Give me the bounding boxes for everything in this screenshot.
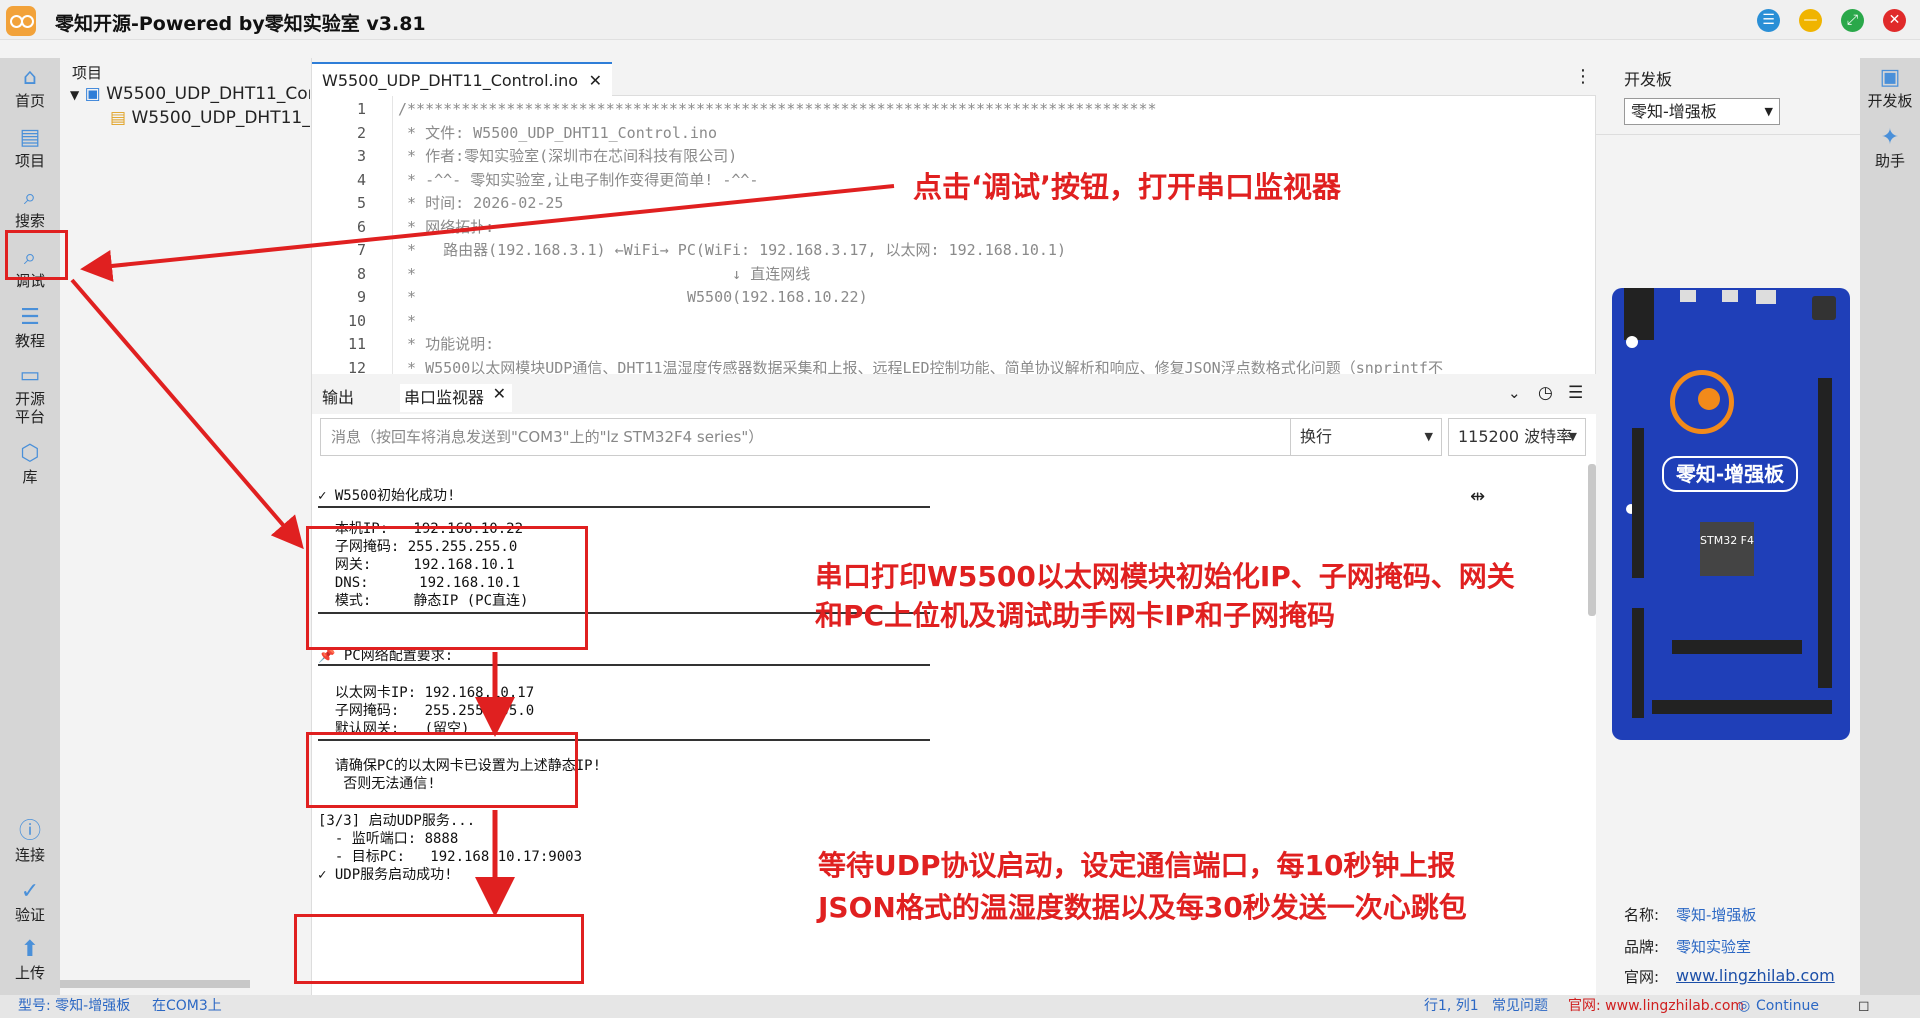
status-continue[interactable]: Continue [1756, 995, 1819, 1018]
right-sidebar-item-board[interactable]: ▣ 开发板 [1860, 64, 1920, 110]
status-cursor: 行1, 列1 [1424, 998, 1479, 1014]
right-sidebar: ▣ 开发板 ✦ 助手 [1860, 58, 1920, 995]
right-sidebar-label: 助手 [1874, 152, 1905, 170]
board-panel: 开发板 零知-增强板 ▼ 零知-增强板 STM32 F4 名称: 零知-增强板 … [1596, 58, 1860, 995]
continue-icon: ◎ [1738, 998, 1751, 1014]
reset-button [1812, 296, 1836, 320]
annotation-ip-line1: 串口打印W5500以太网模块初始化IP、子网掩码、网关 [815, 560, 1515, 593]
board-name-value: 零知-增强板 [1676, 906, 1757, 924]
board-site-label: 官网: [1624, 968, 1660, 986]
chip-label: STM32 F4 [1700, 522, 1754, 576]
assistant-icon: ✦ [1880, 125, 1900, 150]
annotation-udp-line1: 等待UDP协议启动，设定通信端口，每10秒钟上报 [818, 849, 1456, 882]
annotation-udp-line2: JSON格式的温湿度数据以及每30秒发送一次心跳包 [818, 891, 1467, 924]
status-faq[interactable]: 常见问题 [1492, 995, 1548, 1018]
chevron-down-icon: ▼ [1764, 105, 1773, 118]
board-select[interactable]: 零知-增强板 ▼ [1624, 98, 1780, 125]
board-icon: ▣ [1879, 65, 1901, 90]
status-port[interactable]: 在COM3上 [152, 995, 222, 1018]
annotation-debug: 点击‘调试’按钮，打开串口监视器 [913, 170, 1342, 204]
status-bar: 型号: 零知-增强板 在COM3上 行1, 列1 常见问题 官网: www.li… [0, 995, 1920, 1018]
board-name-label: 名称: [1624, 906, 1660, 924]
annotation-ip-line2: 和PC上位机及调试助手网卡IP和子网掩码 [815, 599, 1336, 632]
board-brand-value: 零知实验室 [1676, 938, 1752, 956]
board-site-link[interactable]: www.lingzhilab.com [1676, 966, 1835, 985]
board-image: 零知-增强板 STM32 F4 [1612, 288, 1850, 740]
board-brand-label: 品牌: [1624, 938, 1660, 956]
notification-icon[interactable]: ◻ [1858, 995, 1870, 1018]
right-sidebar-item-assistant[interactable]: ✦ 助手 [1860, 124, 1920, 170]
board-label: 零知-增强板 [1662, 456, 1798, 492]
board-select-value: 零知-增强板 [1631, 102, 1717, 121]
power-jack [1624, 288, 1654, 340]
status-model: 型号: 零知-增强板 [18, 998, 131, 1014]
right-sidebar-label: 开发板 [1867, 92, 1913, 110]
board-panel-title: 开发板 [1624, 70, 1673, 89]
status-site[interactable]: 官网: www.lingzhilab.com [1568, 995, 1744, 1018]
